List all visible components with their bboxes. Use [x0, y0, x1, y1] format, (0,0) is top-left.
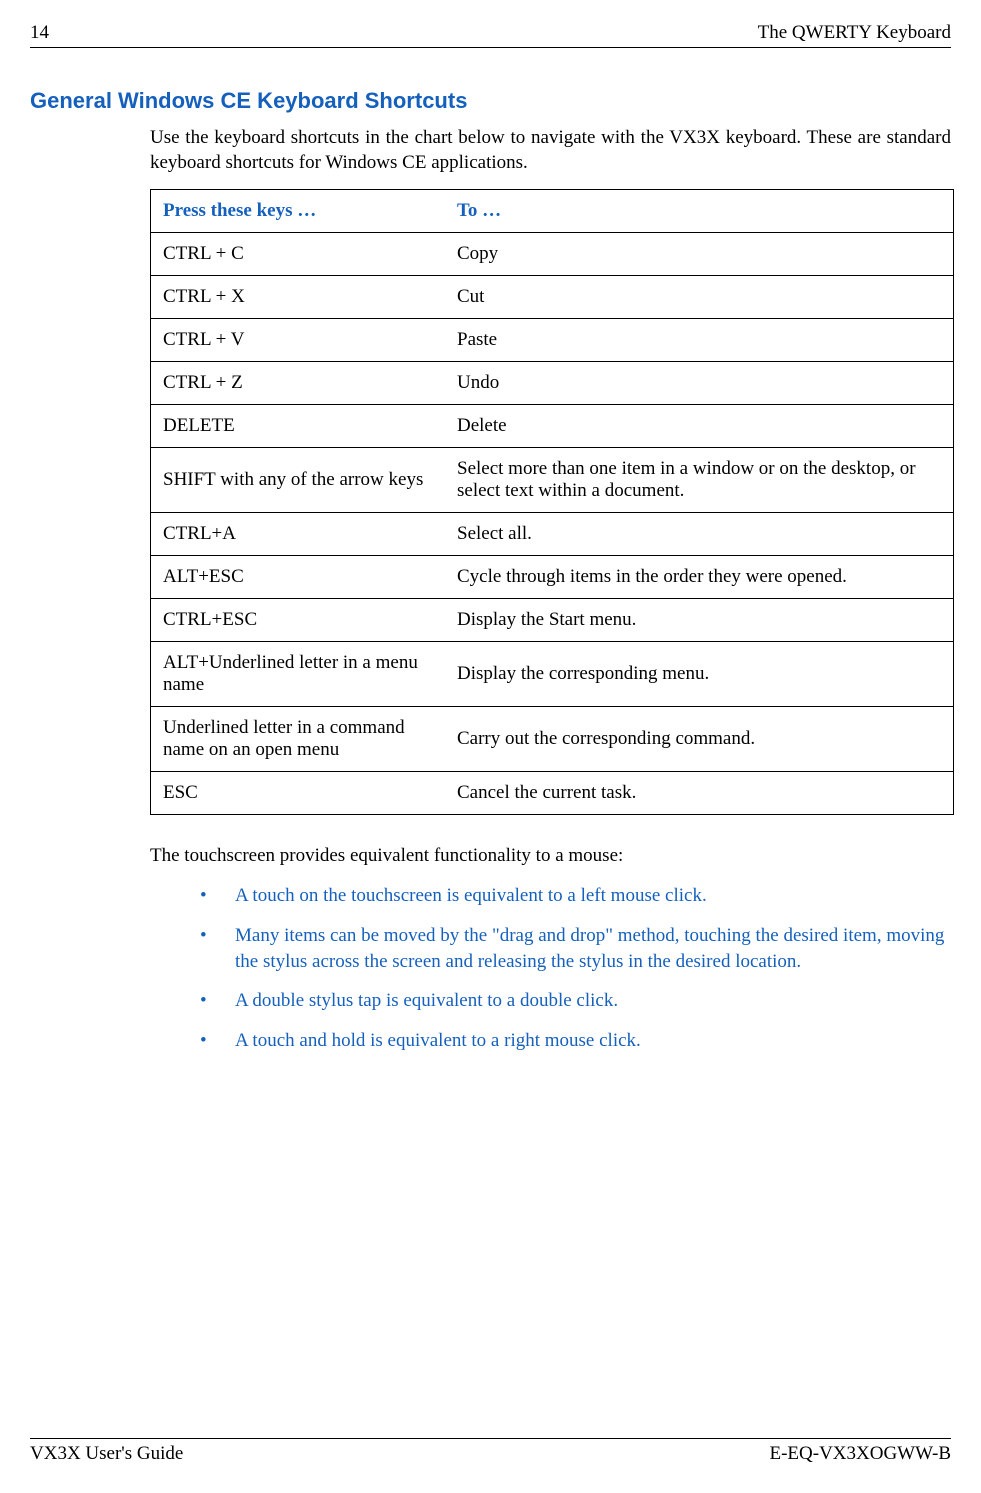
- footer-guide: VX3X User's Guide: [30, 1443, 183, 1465]
- table-row: ALT+ESCCycle through items in the order …: [151, 556, 954, 599]
- section-heading: General Windows CE Keyboard Shortcuts: [30, 88, 951, 114]
- page-number: 14: [30, 22, 49, 44]
- table-cell-keys: CTRL + V: [151, 319, 446, 362]
- table-cell-keys: DELETE: [151, 405, 446, 448]
- table-cell-keys: SHIFT with any of the arrow keys: [151, 448, 446, 513]
- table-cell-action: Carry out the corresponding command.: [445, 707, 954, 772]
- table-cell-action: Select more than one item in a window or…: [445, 448, 954, 513]
- table-cell-action: Display the corresponding menu.: [445, 642, 954, 707]
- table-cell-keys: ESC: [151, 772, 446, 815]
- table-row: SHIFT with any of the arrow keysSelect m…: [151, 448, 954, 513]
- header-divider: [30, 47, 951, 48]
- list-item: A touch and hold is equivalent to a righ…: [200, 1028, 951, 1054]
- table-row: DELETEDelete: [151, 405, 954, 448]
- intro-paragraph: Use the keyboard shortcuts in the chart …: [150, 126, 951, 175]
- table-row: CTRL + ZUndo: [151, 362, 954, 405]
- list-item: A touch on the touchscreen is equivalent…: [200, 883, 951, 909]
- footer-divider: [30, 1438, 951, 1439]
- table-cell-action: Cycle through items in the order they we…: [445, 556, 954, 599]
- list-item: A double stylus tap is equivalent to a d…: [200, 988, 951, 1014]
- touchscreen-list: A touch on the touchscreen is equivalent…: [200, 883, 951, 1053]
- table-row: ESCCancel the current task.: [151, 772, 954, 815]
- table-cell-action: Cancel the current task.: [445, 772, 954, 815]
- table-cell-action: Copy: [445, 233, 954, 276]
- table-cell-action: Delete: [445, 405, 954, 448]
- table-cell-keys: CTRL + C: [151, 233, 446, 276]
- table-cell-action: Paste: [445, 319, 954, 362]
- chapter-title: The QWERTY Keyboard: [758, 22, 951, 44]
- table-cell-keys: ALT+Underlined letter in a menu name: [151, 642, 446, 707]
- table-cell-keys: CTRL + Z: [151, 362, 446, 405]
- table-cell-keys: Underlined letter in a command name on a…: [151, 707, 446, 772]
- table-cell-keys: CTRL + X: [151, 276, 446, 319]
- touchscreen-intro: The touchscreen provides equivalent func…: [150, 845, 951, 867]
- table-cell-keys: CTRL+A: [151, 513, 446, 556]
- table-header-action: To …: [445, 190, 954, 233]
- table-cell-action: Select all.: [445, 513, 954, 556]
- table-row: ALT+Underlined letter in a menu nameDisp…: [151, 642, 954, 707]
- footer-docid: E-EQ-VX3XOGWW-B: [769, 1443, 951, 1465]
- table-row: CTRL + VPaste: [151, 319, 954, 362]
- table-row: Underlined letter in a command name on a…: [151, 707, 954, 772]
- table-header-keys: Press these keys …: [151, 190, 446, 233]
- table-cell-action: Display the Start menu.: [445, 599, 954, 642]
- table-cell-keys: ALT+ESC: [151, 556, 446, 599]
- table-cell-keys: CTRL+ESC: [151, 599, 446, 642]
- list-item: Many items can be moved by the "drag and…: [200, 923, 951, 974]
- table-cell-action: Undo: [445, 362, 954, 405]
- shortcut-table: Press these keys … To … CTRL + CCopyCTRL…: [150, 189, 954, 815]
- table-cell-action: Cut: [445, 276, 954, 319]
- table-row: CTRL + CCopy: [151, 233, 954, 276]
- table-row: CTRL+ASelect all.: [151, 513, 954, 556]
- page-footer: VX3X User's Guide E-EQ-VX3XOGWW-B: [30, 1438, 951, 1465]
- table-row: CTRL+ESCDisplay the Start menu.: [151, 599, 954, 642]
- table-row: CTRL + XCut: [151, 276, 954, 319]
